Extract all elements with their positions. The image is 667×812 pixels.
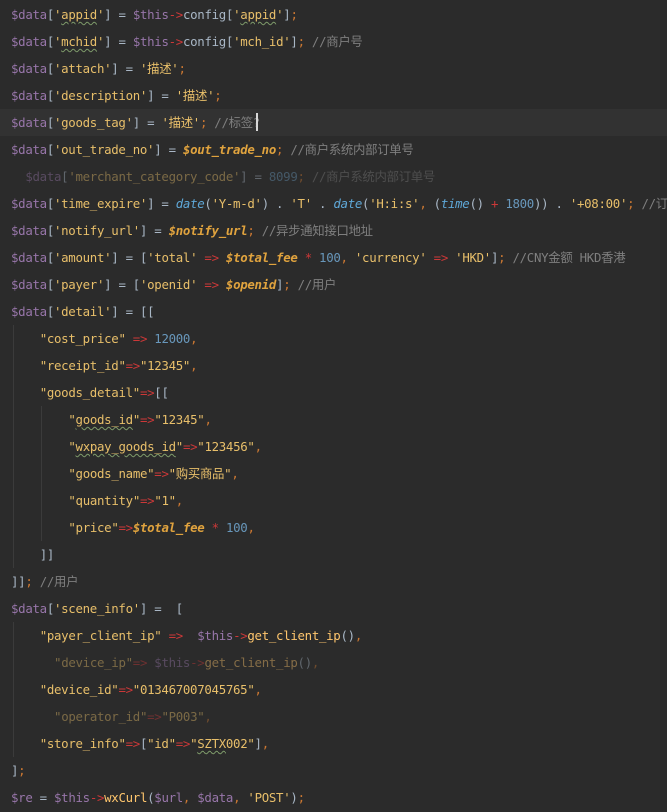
code-line[interactable]: ]]; //用户 [0, 568, 667, 595]
code-line[interactable]: ]] [0, 541, 667, 568]
code-line[interactable]: $data['payer'] = ['openid' => $openid]; … [0, 271, 667, 298]
code-line[interactable]: $data['merchant_category_code'] = 8099; … [0, 163, 667, 190]
code-line[interactable]: $data['goods_tag'] = '描述'; //标签? [0, 109, 667, 136]
code-line[interactable]: $data['attach'] = '描述'; [0, 55, 667, 82]
code-line[interactable]: "price"=>$total_fee * 100, [0, 514, 667, 541]
code-line[interactable]: $re = $this->wxCurl($url, $data, 'POST')… [0, 784, 667, 811]
code-line[interactable]: "quantity"=>"1", [0, 487, 667, 514]
code-line[interactable]: "device_ip"=> $this->get_client_ip(), [0, 649, 667, 676]
code-editor[interactable]: $data['appid'] = $this->config['appid'];… [0, 0, 667, 812]
text-caret [256, 113, 258, 131]
code-line[interactable]: $data['scene_info'] = [ [0, 595, 667, 622]
code-line[interactable]: "goods_id"=>"12345", [0, 406, 667, 433]
code-line[interactable]: $data['out_trade_no'] = $out_trade_no; /… [0, 136, 667, 163]
code-line[interactable]: $data['notify_url'] = $notify_url; //异步通… [0, 217, 667, 244]
code-line[interactable]: "cost_price" => 12000, [0, 325, 667, 352]
code-line[interactable]: "payer_client_ip" => $this->get_client_i… [0, 622, 667, 649]
code-line[interactable]: "goods_detail"=>[[ [0, 379, 667, 406]
code-line[interactable]: "wxpay_goods_id"=>"123456", [0, 433, 667, 460]
code-line[interactable]: $data['appid'] = $this->config['appid']; [0, 1, 667, 28]
code-line[interactable]: "goods_name"=>"购买商品", [0, 460, 667, 487]
code-line[interactable]: "device_id"=>"013467007045765", [0, 676, 667, 703]
code-line[interactable]: $data['detail'] = [[ [0, 298, 667, 325]
code-line[interactable]: "receipt_id"=>"12345", [0, 352, 667, 379]
code-line[interactable]: $data['description'] = '描述'; [0, 82, 667, 109]
code-line[interactable]: $data['amount'] = ['total' => $total_fee… [0, 244, 667, 271]
code-line[interactable]: $data['time_expire'] = date('Y-m-d') . '… [0, 190, 667, 217]
code-line[interactable]: "operator_id"=>"P003", [0, 703, 667, 730]
code-line[interactable]: ]; [0, 757, 667, 784]
code-line[interactable]: "store_info"=>["id"=>"SZTX002"], [0, 730, 667, 757]
code-line[interactable]: $data['mchid'] = $this->config['mch_id']… [0, 28, 667, 55]
